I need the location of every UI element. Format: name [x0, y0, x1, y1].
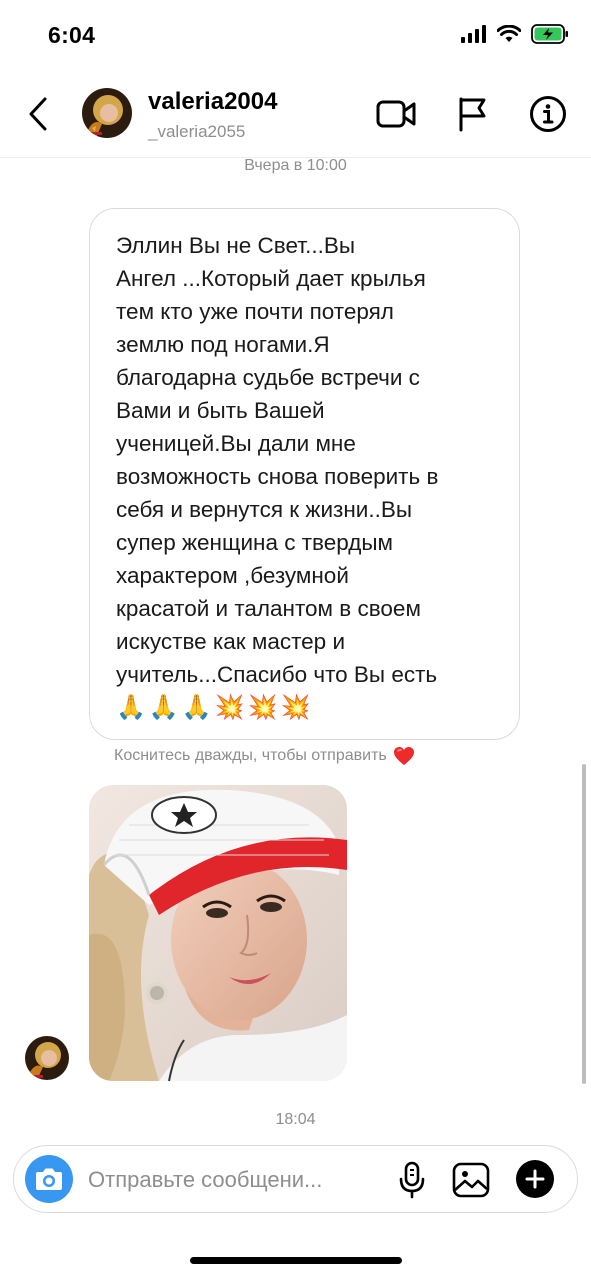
signal-icon	[461, 24, 487, 48]
message-input[interactable]	[88, 1164, 378, 1196]
status-icons	[461, 23, 569, 49]
home-indicator	[190, 1257, 402, 1264]
collision-emoji: 💥	[280, 694, 311, 721]
user-avatar[interactable]	[82, 88, 132, 138]
chat-header: valeria2004 _valeria2055	[0, 70, 591, 158]
voice-message-button[interactable]	[391, 1159, 433, 1201]
pray-emoji: 🙏	[181, 694, 212, 721]
collision-emoji: 💥	[214, 694, 245, 721]
sender-avatar[interactable]	[25, 1036, 69, 1080]
pray-emoji: 🙏	[148, 694, 179, 721]
wifi-icon	[496, 24, 522, 48]
camera-button[interactable]	[25, 1155, 73, 1203]
back-button[interactable]	[20, 92, 56, 136]
camera-icon	[36, 1168, 62, 1190]
chat-user-handle: _valeria2055	[148, 122, 246, 141]
flag-icon	[459, 97, 486, 132]
pray-emoji: 🙏	[116, 694, 146, 721]
info-icon	[530, 96, 566, 132]
message-composer	[13, 1145, 578, 1213]
battery-charging-icon	[531, 23, 569, 49]
microphone-icon	[399, 1161, 425, 1199]
scrollbar[interactable]	[582, 764, 586, 1084]
heart-icon	[393, 747, 414, 765]
photo-message[interactable]	[89, 785, 347, 1081]
gallery-icon	[452, 1162, 490, 1198]
more-options-button[interactable]	[516, 1160, 554, 1198]
status-bar: 6:04	[0, 0, 591, 70]
status-time: 6:04	[48, 22, 96, 48]
gallery-button[interactable]	[450, 1159, 492, 1201]
info-button[interactable]	[528, 94, 568, 134]
double-tap-hint-text: Коснитесь дважды, чтобы отправить	[114, 747, 387, 764]
message-bubble[interactable]: Эллин Вы не Свет...Вы Ангел ...Который д…	[89, 208, 520, 740]
chat-username[interactable]: valeria2004	[148, 88, 277, 116]
message-text: Эллин Вы не Свет...Вы Ангел ...Который д…	[116, 233, 439, 687]
double-tap-hint[interactable]: Коснитесь дважды, чтобы отправить	[114, 746, 415, 766]
message-emojis: 🙏 🙏 🙏 💥 💥 💥	[116, 693, 499, 723]
report-button[interactable]	[452, 94, 492, 134]
video-call-button[interactable]	[376, 94, 416, 134]
plus-icon	[525, 1169, 545, 1189]
timestamp-yesterday: Вчера в 10:00	[244, 157, 347, 174]
timestamp-latest: 18:04	[275, 1111, 316, 1128]
collision-emoji: 💥	[247, 694, 278, 721]
back-chevron-icon	[29, 97, 47, 131]
video-call-icon	[376, 100, 416, 128]
